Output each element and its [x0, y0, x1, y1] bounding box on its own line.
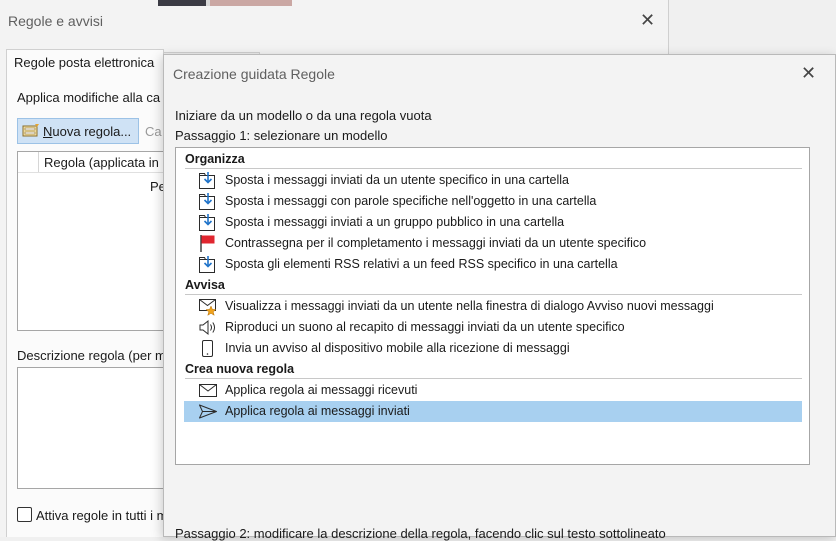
- group-organize-header: Organizza: [185, 152, 245, 166]
- template-label: Visualizza i messaggi inviati da un uten…: [225, 299, 714, 313]
- group-divider: [185, 378, 802, 379]
- template-label: Riproduci un suono al recapito di messag…: [225, 320, 625, 334]
- dialog-title: Regole e avvisi: [8, 13, 103, 29]
- background-window-thumbnail: [158, 0, 292, 6]
- new-rule-icon: [22, 124, 40, 138]
- rule-description-box: [17, 367, 169, 489]
- list-item[interactable]: Invia un avviso al dispositivo mobile al…: [184, 338, 802, 359]
- group-divider: [185, 168, 802, 169]
- list-item[interactable]: Applica regola ai messaggi ricevuti: [184, 380, 802, 401]
- envelope-icon: [198, 381, 218, 400]
- close-icon[interactable]: ✕: [801, 64, 816, 82]
- group-new-rule-header: Crea nuova regola: [185, 362, 295, 376]
- step1-label: Passaggio 1: selezionare un modello: [175, 128, 388, 143]
- new-rule-button[interactable]: Nuova regola...: [17, 118, 139, 144]
- change-rule-button[interactable]: Ca: [145, 124, 162, 139]
- tab-email-rules-label: Regole posta elettronica: [14, 55, 155, 70]
- list-item[interactable]: Visualizza i messaggi inviati da un uten…: [184, 296, 802, 317]
- rules-wizard-dialog: Creazione guidata Regole ✕ Iniziare da u…: [163, 54, 836, 541]
- wizard-title: Creazione guidata Regole: [173, 66, 335, 82]
- apply-changes-label: Applica modifiche alla ca: [17, 90, 161, 105]
- folder-move-icon: [198, 171, 218, 190]
- rule-description-label: Descrizione regola (per m: [17, 348, 166, 363]
- list-item[interactable]: Sposta i messaggi con parole specifiche …: [184, 191, 802, 212]
- group-notify-header: Avvisa: [185, 278, 225, 292]
- template-label: Applica regola ai messaggi inviati: [225, 404, 410, 418]
- mobile-icon: [198, 339, 218, 358]
- list-item[interactable]: Sposta i messaggi inviati a un gruppo pu…: [184, 212, 802, 233]
- flag-icon: [198, 234, 218, 253]
- enable-rules-label: Attiva regole in tutti i m: [36, 508, 168, 523]
- template-label: Contrassegna per il completamento i mess…: [225, 236, 647, 250]
- template-label: Invia un avviso al dispositivo mobile al…: [225, 341, 570, 355]
- step2-label: Passaggio 2: modificare la descrizione d…: [175, 526, 666, 541]
- template-label: Applica regola ai messaggi ricevuti: [225, 383, 418, 397]
- list-item-selected[interactable]: Applica regola ai messaggi inviati: [184, 401, 802, 422]
- rule-column-header[interactable]: Regola (applicata in l: [44, 155, 165, 170]
- template-label: Sposta i messaggi con parole specifiche …: [225, 194, 597, 208]
- list-item[interactable]: Sposta gli elementi RSS relativi a un fe…: [184, 254, 802, 275]
- template-label: Sposta gli elementi RSS relativi a un fe…: [225, 257, 618, 271]
- template-label: Sposta i messaggi inviati da un utente s…: [225, 173, 569, 187]
- group-divider: [185, 294, 802, 295]
- speaker-icon: [198, 318, 218, 337]
- mail-star-icon: [198, 297, 218, 316]
- checkbox-icon[interactable]: [17, 507, 32, 522]
- folder-move-icon: [198, 213, 218, 232]
- list-item[interactable]: Sposta i messaggi inviati da un utente s…: [184, 170, 802, 191]
- rules-list-header: Regola (applicata in l: [18, 152, 168, 173]
- tab-email-rules[interactable]: Regole posta elettronica: [6, 49, 164, 82]
- list-item[interactable]: Riproduci un suono al recapito di messag…: [184, 317, 802, 338]
- folder-move-icon: [198, 255, 218, 274]
- template-list[interactable]: Organizza Sposta i messaggi inviati da u…: [175, 147, 810, 465]
- list-item[interactable]: Contrassegna per il completamento i mess…: [184, 233, 802, 254]
- close-icon[interactable]: ✕: [640, 11, 655, 29]
- send-icon: [198, 402, 218, 421]
- rules-list[interactable]: Regola (applicata in l Pe: [17, 151, 169, 331]
- template-label: Sposta i messaggi inviati a un gruppo pu…: [225, 215, 565, 229]
- wizard-intro: Iniziare da un modello o da una regola v…: [175, 108, 432, 123]
- folder-move-icon: [198, 192, 218, 211]
- new-rule-label: Nuova regola...: [43, 124, 132, 139]
